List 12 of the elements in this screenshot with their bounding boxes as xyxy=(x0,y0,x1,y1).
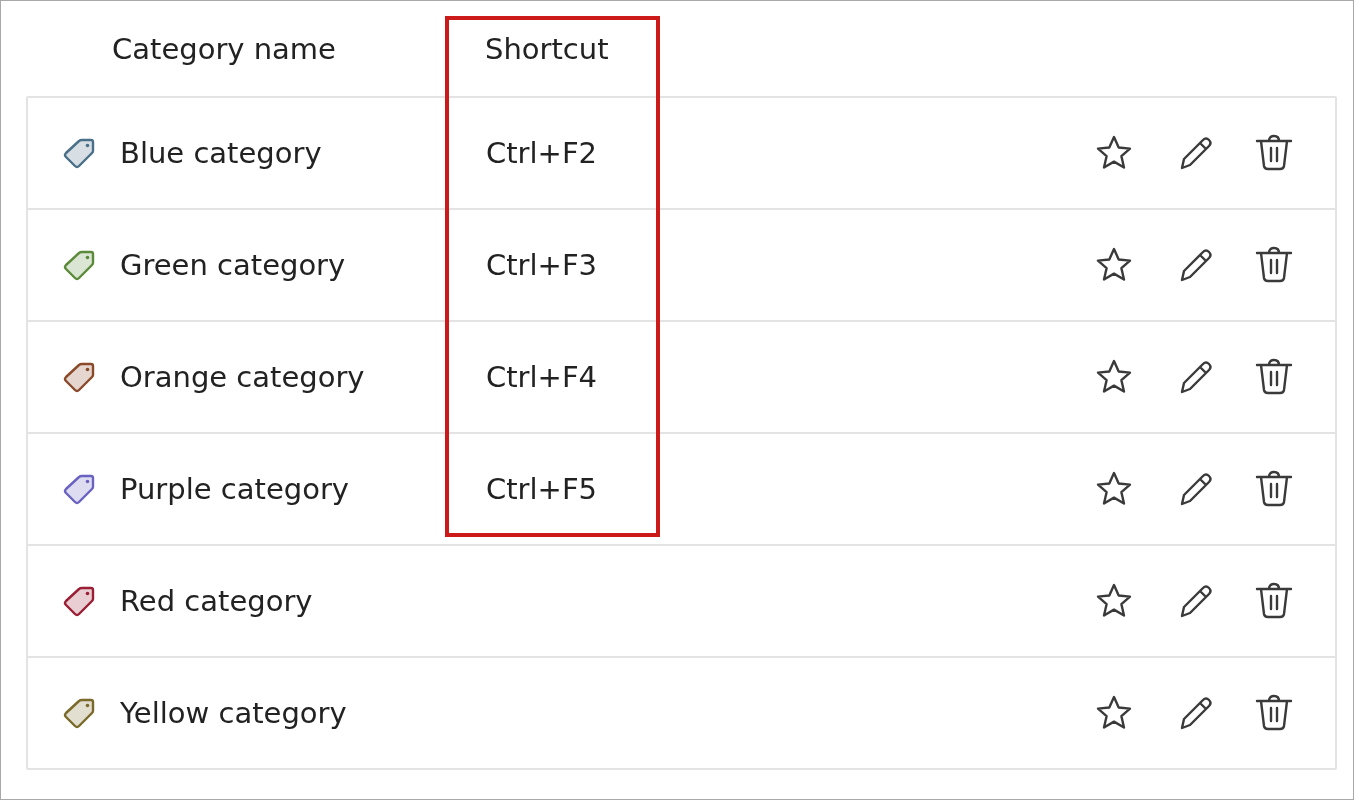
category-name: Red category xyxy=(120,584,314,618)
shortcut-text: Ctrl+F4 xyxy=(486,360,598,394)
shortcut-text: Ctrl+F3 xyxy=(486,248,598,282)
category-name: Blue category xyxy=(120,136,323,170)
category-name: Green category xyxy=(120,248,347,282)
column-header: Category name xyxy=(112,31,336,66)
category-name: Purple category xyxy=(120,472,350,506)
category-name: Orange category xyxy=(120,360,366,394)
shortcut-text: Ctrl+F2 xyxy=(486,136,598,170)
shortcut-text: Ctrl+F5 xyxy=(486,472,598,506)
column-header: Shortcut xyxy=(485,31,609,66)
category-name: Yellow category xyxy=(120,696,348,730)
